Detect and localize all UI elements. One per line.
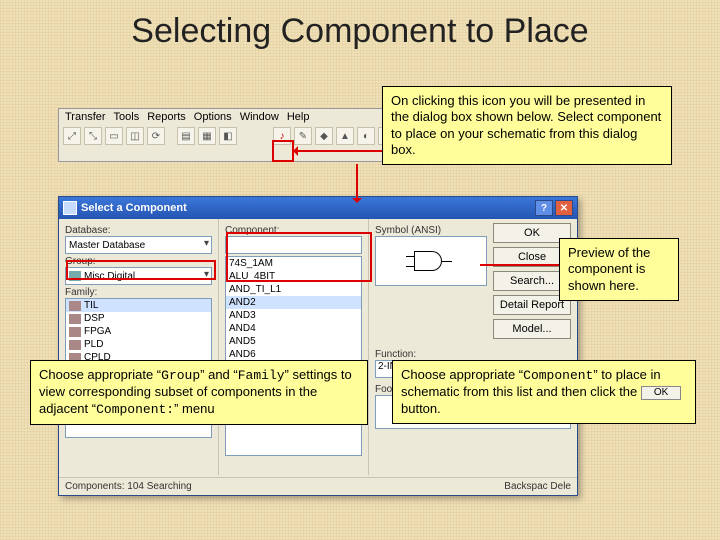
list-item[interactable]: AND5 (226, 335, 361, 348)
symbol-preview (375, 236, 487, 286)
family-icon (69, 314, 81, 324)
dialog-icon (63, 201, 77, 215)
txt: ” menu (174, 401, 214, 416)
arrow-to-preview (480, 264, 560, 266)
component-listbox[interactable]: 74S_1AM ALU_4BIT AND_TI_L1 AND2 AND3 AND… (225, 256, 362, 456)
list-item[interactable]: AND4 (226, 322, 361, 335)
dialog-title: Select a Component (81, 202, 187, 214)
status-right: Backspac Dele (504, 481, 571, 492)
menu-window[interactable]: Window (240, 111, 279, 123)
zoom-out-icon[interactable]: ⤡ (84, 127, 102, 145)
symbol-label: Symbol (ANSI) (375, 225, 487, 236)
highlight-place-icon (272, 140, 294, 162)
menu-reports[interactable]: Reports (147, 111, 186, 123)
toolbar-icon-f[interactable]: ▲ (336, 127, 354, 145)
family-icon (69, 340, 81, 350)
list-item[interactable]: TIL (66, 299, 211, 312)
list-item[interactable]: PLD (66, 338, 211, 351)
dialog-statusbar: Components: 104 Searching Backspac Dele (59, 477, 577, 495)
page-title: Selecting Component to Place (0, 12, 720, 51)
txt: AND5 (229, 336, 256, 347)
txt: AND4 (229, 323, 256, 334)
highlight-component (226, 232, 372, 282)
menu-help[interactable]: Help (287, 111, 310, 123)
txt: DSP (84, 313, 105, 324)
toolbar-icon-d[interactable]: ✎ (294, 127, 312, 145)
refresh-icon[interactable]: ⟳ (147, 127, 165, 145)
status-left: Components: 104 Searching (65, 481, 192, 492)
toolbar-icon-e[interactable]: ◆ (315, 127, 333, 145)
detail-panel: Symbol (ANSI) OK Close Search... D (369, 219, 577, 475)
highlight-group (66, 260, 216, 280)
family-icon (69, 301, 81, 311)
list-item[interactable]: AND2 (226, 296, 361, 309)
toolbar-icon-c[interactable]: ◧ (219, 127, 237, 145)
txt: Choose appropriate “ (401, 367, 523, 382)
txt: AND6 (229, 349, 256, 360)
left-panel: Database: Master Database Group: Misc Di… (59, 219, 219, 475)
database-value: Master Database (69, 240, 145, 251)
database-dropdown[interactable]: Master Database (65, 236, 212, 254)
txt: FPGA (84, 326, 111, 337)
txt: Choose appropriate “ (39, 367, 161, 382)
txt: AND2 (229, 297, 256, 308)
txt: AND3 (229, 310, 256, 321)
family-label: Family: (65, 287, 212, 298)
menu-tools[interactable]: Tools (114, 111, 140, 123)
list-item[interactable]: AND3 (226, 309, 361, 322)
txt: TIL (84, 300, 98, 311)
and-gate-icon (406, 248, 456, 274)
list-item[interactable]: AND_TI_L1 (226, 283, 361, 296)
callout-preview: Preview of the component is shown here. (559, 238, 679, 301)
menu-options[interactable]: Options (194, 111, 232, 123)
txt: AND_TI_L1 (229, 284, 281, 295)
arrow-to-dialog (356, 164, 358, 198)
close-icon[interactable]: ✕ (555, 200, 573, 216)
help-button[interactable]: ? (535, 200, 553, 216)
txt: PLD (84, 339, 103, 350)
callout-choose-component: Choose appropriate “Component” to place … (392, 360, 696, 424)
zoom-in-icon[interactable]: ⤢ (63, 127, 81, 145)
zoom-fit-icon[interactable]: ▭ (105, 127, 123, 145)
txt: Component: (96, 402, 174, 417)
dialog-titlebar[interactable]: Select a Component ? ✕ (59, 197, 577, 219)
ok-sample-button: OK (641, 386, 681, 401)
txt: Group (161, 368, 200, 383)
toolbar-icon-b[interactable]: ▦ (198, 127, 216, 145)
family-icon (69, 327, 81, 337)
function-label: Function: (375, 349, 571, 360)
zoom-area-icon[interactable]: ◫ (126, 127, 144, 145)
arrow-to-icon (298, 150, 384, 152)
toolbar-icon-a[interactable]: ▤ (177, 127, 195, 145)
toolbar-icon-g[interactable]: ◐ (357, 127, 375, 145)
database-label: Database: (65, 225, 212, 236)
list-item[interactable]: DSP (66, 312, 211, 325)
callout-group-family: Choose appropriate “Group” and “Family ” … (30, 360, 368, 425)
txt: ” and “ (200, 367, 238, 382)
list-item[interactable]: FPGA (66, 325, 211, 338)
txt: Family (238, 368, 285, 383)
model-button[interactable]: Model... (493, 319, 571, 339)
txt: Component (523, 368, 593, 383)
callout-click-icon: On clicking this icon you will be presen… (382, 86, 672, 165)
menu-transfer[interactable]: Transfer (65, 111, 106, 123)
txt: button. (401, 401, 441, 416)
